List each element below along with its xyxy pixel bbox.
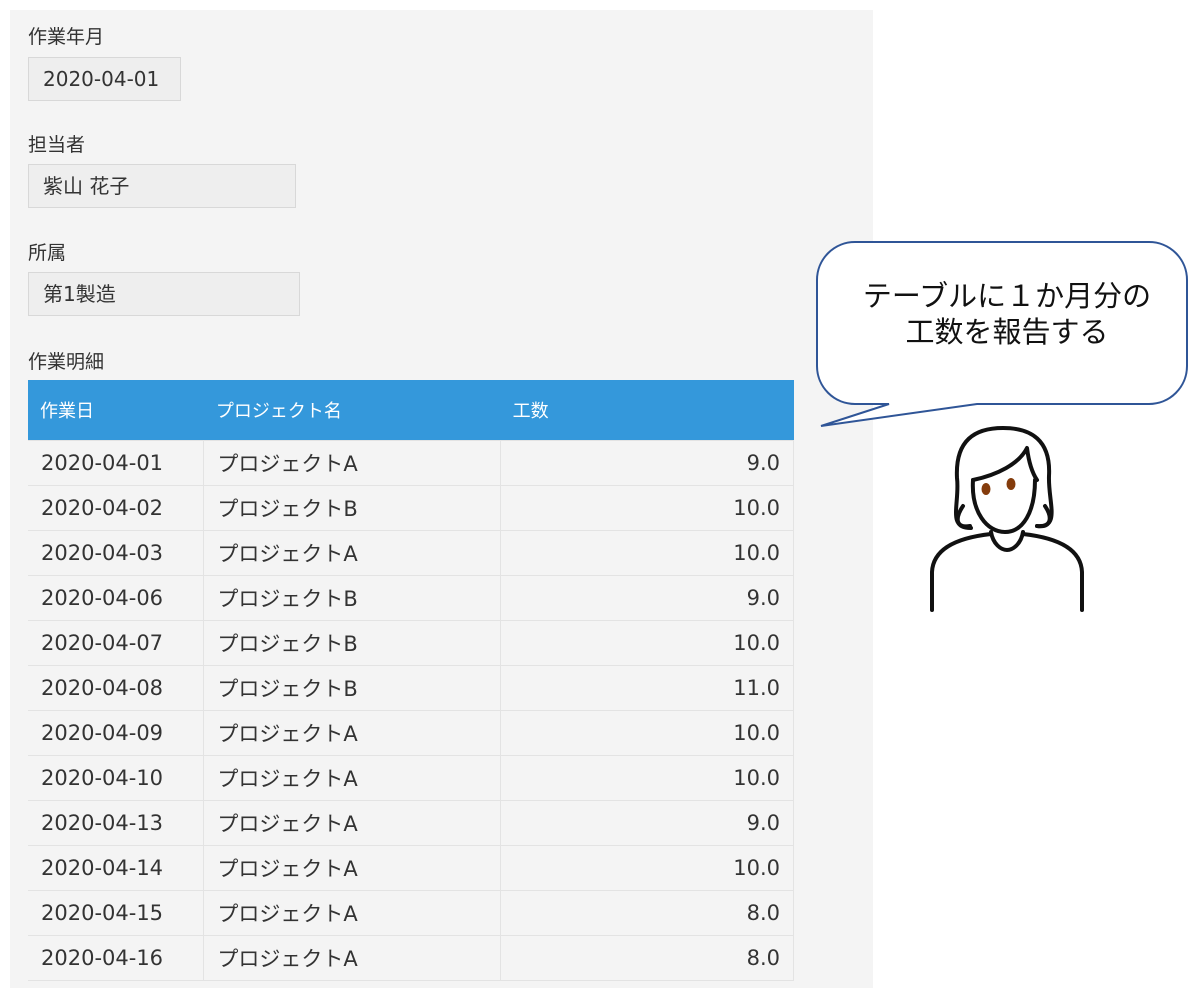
cell-project-name: プロジェクトA [203, 845, 502, 891]
cell-project-name: プロジェクトA [203, 530, 502, 576]
cell-work-date: 2020-04-10 [28, 755, 205, 801]
cell-work-date: 2020-04-09 [28, 710, 205, 756]
cell-hours: 10.0 [500, 845, 794, 891]
table-row[interactable]: 2020-04-01 プロジェクトA 9.0 [28, 440, 794, 486]
cell-hours: 9.0 [500, 800, 794, 846]
header-work-date: 作業日 [28, 380, 204, 441]
table-row[interactable]: 2020-04-13 プロジェクトA 9.0 [28, 800, 794, 846]
cell-hours: 8.0 [500, 935, 794, 981]
cell-work-date: 2020-04-07 [28, 620, 205, 666]
cell-project-name: プロジェクトA [203, 710, 502, 756]
cell-work-date: 2020-04-15 [28, 890, 205, 936]
cell-work-date: 2020-04-08 [28, 665, 205, 711]
table-row[interactable]: 2020-04-07 プロジェクトB 10.0 [28, 620, 794, 666]
cell-hours: 10.0 [500, 620, 794, 666]
cell-work-date: 2020-04-16 [28, 935, 205, 981]
cell-work-date: 2020-04-01 [28, 440, 205, 486]
callout-line-2: 工数を報告する [905, 315, 1109, 349]
table-row[interactable]: 2020-04-16 プロジェクトA 8.0 [28, 935, 794, 981]
table-row[interactable]: 2020-04-06 プロジェクトB 9.0 [28, 575, 794, 621]
work-details-table: 作業日 プロジェクト名 工数 2020-04-01 プロジェクトA 9.0 2020-… [28, 380, 794, 981]
cell-project-name: プロジェクトB [203, 665, 502, 711]
cell-hours: 9.0 [500, 440, 794, 486]
assignee-field[interactable]: 紫山 花子 [28, 164, 296, 208]
cell-project-name: プロジェクトA [203, 935, 502, 981]
table-row[interactable]: 2020-04-03 プロジェクトA 10.0 [28, 530, 794, 576]
cell-work-date: 2020-04-06 [28, 575, 205, 621]
cell-hours: 10.0 [500, 755, 794, 801]
cell-hours: 8.0 [500, 890, 794, 936]
header-project-name: プロジェクト名 [203, 380, 501, 441]
cell-hours: 9.0 [500, 575, 794, 621]
table-row[interactable]: 2020-04-02 プロジェクトB 10.0 [28, 485, 794, 531]
table-row[interactable]: 2020-04-09 プロジェクトA 10.0 [28, 710, 794, 756]
cell-project-name: プロジェクトA [203, 440, 502, 486]
table-row[interactable]: 2020-04-08 プロジェクトB 11.0 [28, 665, 794, 711]
table-row[interactable]: 2020-04-14 プロジェクトA 10.0 [28, 845, 794, 891]
record-form: 作業年月 2020-04-01 担当者 紫山 花子 所属 第1製造 作業明細 作… [10, 10, 873, 988]
cell-hours: 11.0 [500, 665, 794, 711]
cell-project-name: プロジェクトB [203, 575, 502, 621]
cell-project-name: プロジェクトA [203, 890, 502, 936]
cell-work-date: 2020-04-02 [28, 485, 205, 531]
department-field[interactable]: 第1製造 [28, 272, 300, 316]
work-details-label: 作業明細 [28, 351, 105, 373]
assignee-label: 担当者 [28, 134, 86, 156]
cell-project-name: プロジェクトB [203, 485, 502, 531]
cell-hours: 10.0 [500, 530, 794, 576]
person-icon [930, 426, 1084, 612]
cell-work-date: 2020-04-14 [28, 845, 205, 891]
table-header-row: 作業日 プロジェクト名 工数 [28, 380, 794, 441]
cell-project-name: プロジェクトB [203, 620, 502, 666]
department-label: 所属 [28, 242, 67, 264]
header-hours: 工数 [500, 380, 794, 441]
cell-project-name: プロジェクトA [203, 800, 502, 846]
table-row[interactable]: 2020-04-15 プロジェクトA 8.0 [28, 890, 794, 936]
cell-hours: 10.0 [500, 485, 794, 531]
cell-work-date: 2020-04-03 [28, 530, 205, 576]
callout-line-1: テーブルに１か月分の [862, 279, 1152, 313]
table-row[interactable]: 2020-04-10 プロジェクトA 10.0 [28, 755, 794, 801]
work-month-label: 作業年月 [28, 26, 105, 48]
callout-text: テーブルに１か月分の 工数を報告する [827, 278, 1187, 350]
work-month-field[interactable]: 2020-04-01 [28, 57, 181, 101]
cell-work-date: 2020-04-13 [28, 800, 205, 846]
cell-hours: 10.0 [500, 710, 794, 756]
cell-project-name: プロジェクトA [203, 755, 502, 801]
